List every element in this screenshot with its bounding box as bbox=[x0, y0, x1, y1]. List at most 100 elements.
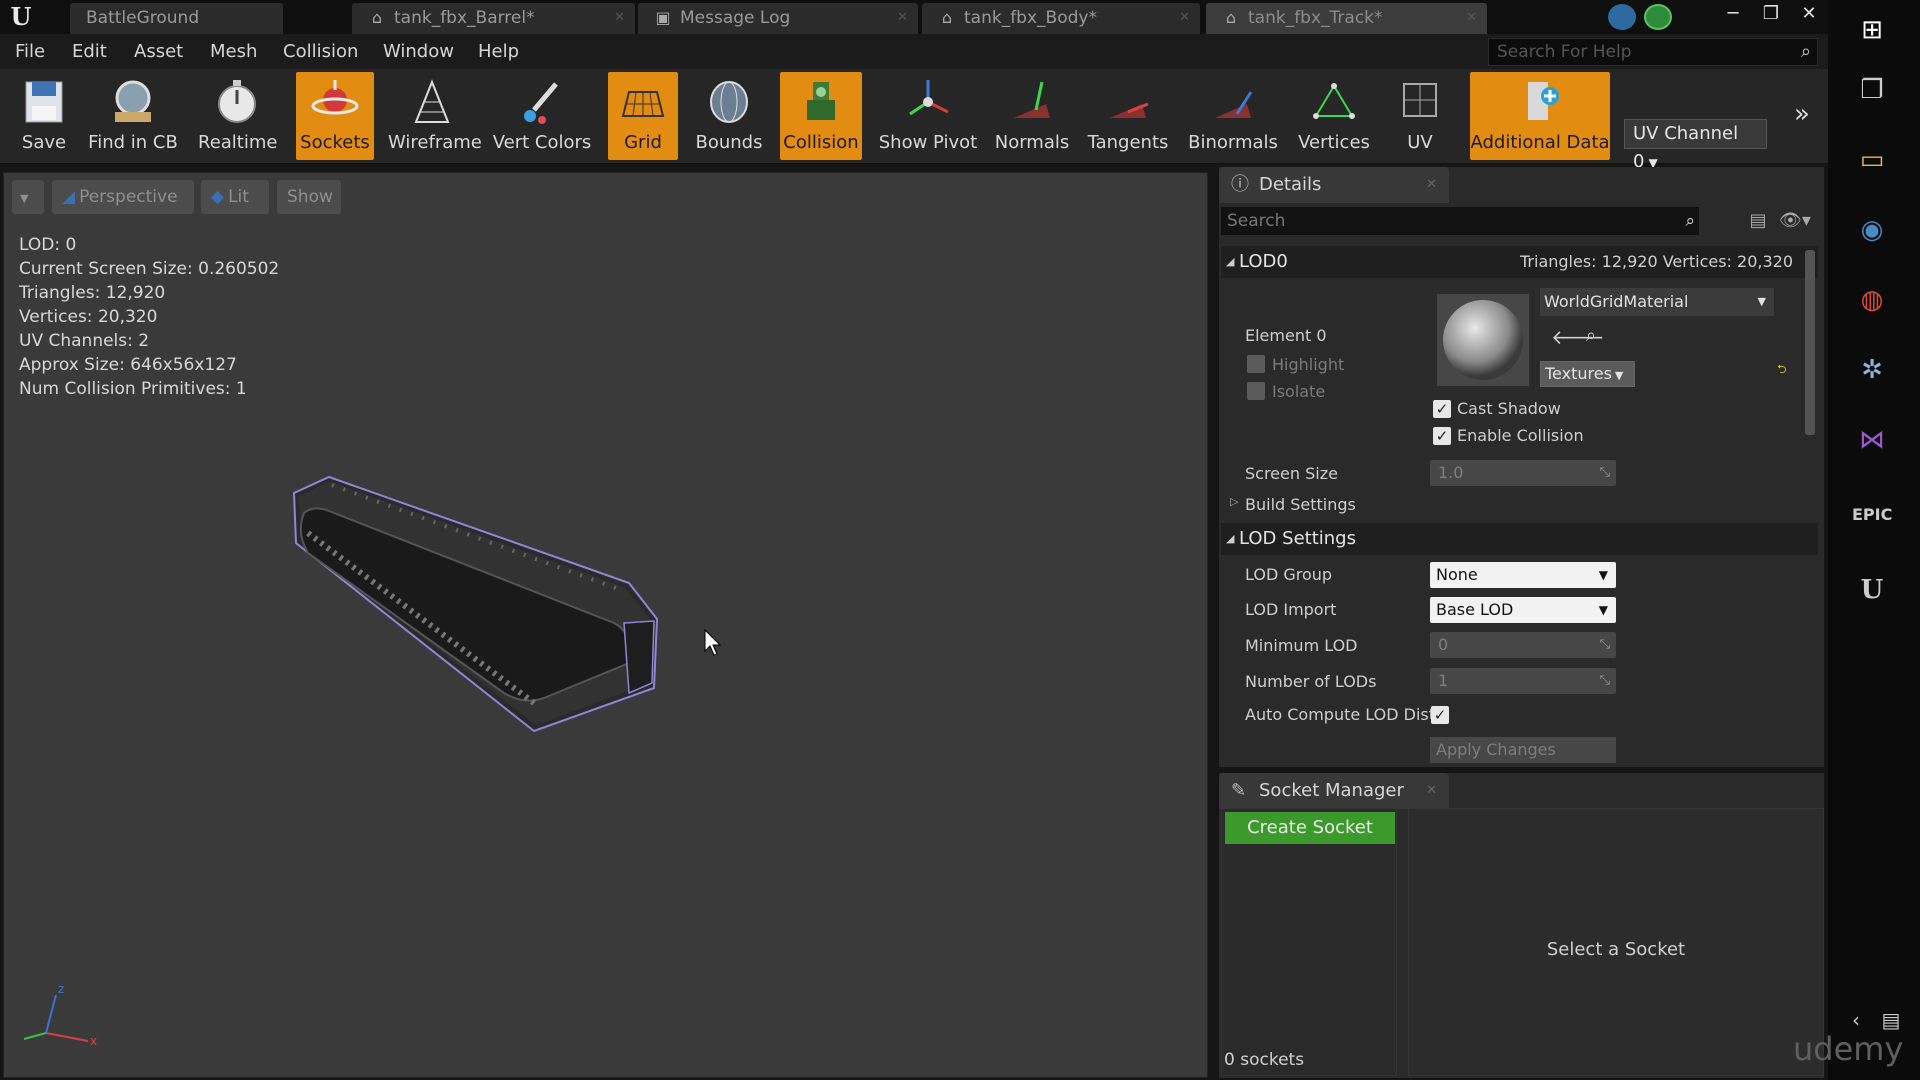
build-settings-label[interactable]: Build Settings bbox=[1245, 495, 1356, 514]
minimum-lod-label: Minimum LOD bbox=[1245, 636, 1358, 655]
menu-edit[interactable]: Edit bbox=[72, 41, 107, 62]
close-icon[interactable]: ✕ bbox=[897, 3, 908, 33]
minimum-lod-field[interactable]: 0 ⤡ bbox=[1430, 632, 1616, 658]
bounds-toggle[interactable]: Bounds bbox=[692, 72, 766, 160]
steam-icon[interactable]: ◉ bbox=[1852, 210, 1892, 250]
socket-details-area: Select a Socket bbox=[1408, 808, 1824, 1076]
menu-file[interactable]: File bbox=[15, 41, 45, 62]
material-dropdown[interactable]: WorldGridMaterial ▼ bbox=[1540, 288, 1774, 316]
windows-start-icon[interactable]: ⊞ bbox=[1852, 10, 1892, 50]
source-control-icon[interactable] bbox=[1644, 4, 1672, 30]
close-icon[interactable]: ✕ bbox=[614, 3, 625, 33]
menu-collision[interactable]: Collision bbox=[283, 41, 358, 62]
collision-toggle[interactable]: Collision bbox=[780, 72, 862, 160]
lod-group-dropdown[interactable]: None ▼ bbox=[1430, 562, 1616, 588]
browse-search-icon[interactable]: ⌕ bbox=[1586, 325, 1596, 346]
mesh-viewport[interactable]: ▼ ◢ Perspective ◆ Lit Show LOD: 0 Current … bbox=[3, 172, 1208, 1078]
binormals-icon bbox=[1215, 91, 1253, 118]
apply-changes-button[interactable]: Apply Changes bbox=[1430, 737, 1616, 763]
highlight-checkbox[interactable] bbox=[1247, 355, 1265, 373]
toolbar-overflow-icon[interactable]: » bbox=[1794, 99, 1810, 129]
tab-socket-manager[interactable]: ✎ Socket Manager ✕ bbox=[1219, 773, 1449, 809]
lod-import-dropdown[interactable]: Base LOD ▼ bbox=[1430, 597, 1616, 623]
restore-icon[interactable]: ❐ bbox=[1752, 1, 1790, 27]
tab-details[interactable]: ⓘ Details ✕ bbox=[1219, 167, 1449, 203]
material-thumbnail[interactable] bbox=[1435, 292, 1531, 388]
reset-to-default-icon[interactable]: ⮌ bbox=[1777, 360, 1787, 381]
find-in-cb-button[interactable]: Find in CB bbox=[88, 72, 178, 160]
show-pivot-toggle[interactable]: Show Pivot bbox=[876, 72, 980, 160]
cast-shadow-checkbox[interactable]: ✓ bbox=[1433, 400, 1451, 418]
realtime-button[interactable]: Realtime bbox=[198, 72, 277, 160]
details-scrollbar[interactable] bbox=[1805, 250, 1815, 435]
static-mesh-icon: ⌂ bbox=[941, 8, 953, 27]
isolate-checkbox[interactable] bbox=[1247, 382, 1265, 400]
realtime-icon bbox=[218, 80, 256, 123]
normals-toggle[interactable]: Normals bbox=[994, 72, 1070, 160]
menu-asset[interactable]: Asset bbox=[134, 41, 183, 62]
tab-tank-fbx-track[interactable]: ⌂ tank_fbx_Track* ✕ bbox=[1206, 3, 1487, 34]
task-view-icon[interactable]: ❐ bbox=[1852, 70, 1892, 110]
menu-help[interactable]: Help bbox=[478, 41, 519, 62]
save-button[interactable]: Save bbox=[14, 72, 74, 160]
close-icon[interactable]: ✕ bbox=[1179, 3, 1190, 33]
collapse-triangle-icon[interactable]: ▷ bbox=[1230, 495, 1238, 508]
details-search-input[interactable]: Search ⌕ bbox=[1221, 207, 1699, 235]
create-socket-button[interactable]: Create Socket bbox=[1225, 812, 1395, 844]
use-selected-arrow-icon[interactable]: 🡐 bbox=[1551, 325, 1605, 349]
lod0-header[interactable]: ◢ LOD0 Triangles: 12,920 Vertices: 20,32… bbox=[1221, 246, 1818, 278]
perspective-icon: ◢ bbox=[62, 187, 76, 207]
unreal-logo-icon[interactable]: U bbox=[6, 3, 36, 31]
tab-message-log[interactable]: ▣ Message Log ✕ bbox=[638, 3, 918, 34]
additional-data-toggle[interactable]: Additional Data bbox=[1470, 72, 1610, 160]
file-explorer-icon[interactable]: ▭ bbox=[1852, 140, 1892, 180]
textures-dropdown[interactable]: Textures ▼ bbox=[1540, 361, 1635, 387]
unreal-engine-icon[interactable]: U bbox=[1852, 570, 1892, 610]
lit-button[interactable]: ◆ Lit bbox=[201, 180, 269, 214]
uv-channel-dropdown[interactable]: UV Channel 0 ▼ bbox=[1624, 119, 1767, 172]
help-search-input[interactable]: Search For Help ⌕ bbox=[1488, 38, 1818, 66]
lod-settings-header[interactable]: ◢ LOD Settings bbox=[1221, 523, 1818, 555]
epic-games-icon[interactable]: EPIC bbox=[1852, 495, 1892, 535]
screen-size-field[interactable]: 1.0 ⤡ bbox=[1430, 460, 1616, 486]
close-window-icon[interactable]: ✕ bbox=[1790, 1, 1828, 27]
chrome-icon[interactable]: ◍ bbox=[1852, 280, 1892, 320]
details-icon: ⓘ bbox=[1231, 174, 1249, 195]
close-icon[interactable]: ✕ bbox=[1426, 167, 1437, 203]
tab-label: Message Log bbox=[680, 8, 791, 28]
grid-toggle[interactable]: Grid bbox=[608, 72, 678, 160]
document-tab-bar: U BattleGround ⌂ tank_fbx_Barrel* ✕ ▣ Mess… bbox=[0, 0, 1828, 34]
visual-studio-icon[interactable]: ⋈ bbox=[1852, 420, 1892, 460]
tab-tank-fbx-barrel[interactable]: ⌂ tank_fbx_Barrel* ✕ bbox=[352, 3, 635, 34]
toolbar: Save Find in CB Realtime Sockets Wirefra… bbox=[0, 69, 1828, 172]
binormals-toggle[interactable]: Binormals bbox=[1186, 72, 1280, 160]
close-icon[interactable]: ✕ bbox=[1426, 773, 1437, 809]
number-of-lods-field[interactable]: 1 ⤡ bbox=[1430, 668, 1616, 694]
uv-toggle[interactable]: UV bbox=[1388, 72, 1452, 160]
enable-collision-checkbox[interactable]: ✓ bbox=[1433, 427, 1451, 445]
close-icon[interactable]: ✕ bbox=[1466, 3, 1477, 33]
spin-arrows-icon: ⤡ bbox=[1599, 673, 1610, 688]
show-button[interactable]: Show bbox=[277, 180, 341, 214]
feedback-icon[interactable] bbox=[1608, 4, 1636, 30]
socket-list[interactable] bbox=[1221, 808, 1397, 1076]
tangents-toggle[interactable]: Tangents bbox=[1086, 72, 1170, 160]
tab-tank-fbx-body[interactable]: ⌂ tank_fbx_Body* ✕ bbox=[922, 3, 1200, 34]
app-icon[interactable]: ✲ bbox=[1852, 350, 1892, 390]
tab-battleground[interactable]: BattleGround bbox=[70, 3, 283, 34]
auto-compute-lod-checkbox[interactable]: ✓ bbox=[1431, 706, 1449, 724]
vert-colors-toggle[interactable]: Vert Colors bbox=[492, 72, 592, 160]
tank-track-mesh[interactable] bbox=[284, 473, 674, 733]
view-options-icon[interactable]: ▤ bbox=[1745, 207, 1771, 235]
eye-icon[interactable]: 👁▾ bbox=[1775, 207, 1815, 235]
viewport-options-button[interactable]: ▼ bbox=[12, 180, 44, 214]
wireframe-icon bbox=[414, 79, 450, 123]
svg-text:z: z bbox=[58, 983, 64, 996]
menu-window[interactable]: Window bbox=[383, 41, 454, 62]
menu-mesh[interactable]: Mesh bbox=[210, 41, 257, 62]
perspective-button[interactable]: ◢ Perspective bbox=[52, 180, 194, 214]
vertices-toggle[interactable]: Vertices bbox=[1294, 72, 1374, 160]
wireframe-toggle[interactable]: Wireframe bbox=[388, 72, 482, 160]
sockets-toggle[interactable]: Sockets bbox=[296, 72, 374, 160]
minimize-icon[interactable]: ─ bbox=[1714, 1, 1752, 27]
